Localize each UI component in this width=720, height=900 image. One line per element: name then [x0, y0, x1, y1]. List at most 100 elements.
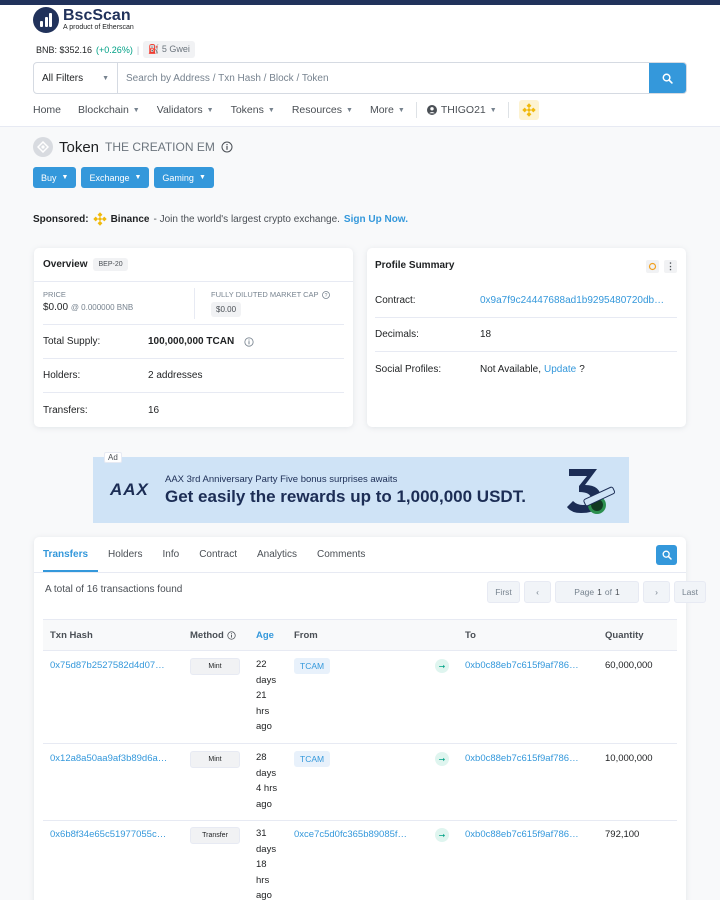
logo-mark-icon: [33, 7, 59, 33]
search-button[interactable]: [649, 63, 686, 93]
pagination: First ‹ Page 1 of 1 › Last: [487, 581, 706, 603]
col-to: To: [465, 630, 476, 641]
nav-more[interactable]: More ▼: [370, 104, 405, 116]
bnb-price-row: BNB: $352.16 (+0.26%) | ⛽ 5 Gwei: [36, 41, 195, 58]
profile-header: Profile Summary: [367, 248, 686, 282]
col-method: Method: [190, 630, 236, 641]
next-page-button[interactable]: ›: [643, 581, 670, 603]
main-nav: Home Blockchain ▼ Validators ▼ Tokens ▼ Res…: [33, 97, 539, 123]
last-page-button[interactable]: Last: [674, 581, 706, 603]
binance-icon: [92, 212, 107, 226]
search-icon: [662, 73, 673, 84]
ad-subheadline: AAX 3rd Anniversary Party Five bonus sur…: [165, 474, 398, 485]
token-title-row: Token THE CREATION EM: [33, 137, 233, 157]
buy-button[interactable]: Buy ▼: [33, 167, 77, 188]
table-row: 0x6b8f34e65c51977055c… Transfer 31 days …: [43, 821, 677, 900]
token-action-buttons: Buy ▼ Exchange ▼ Gaming ▼: [33, 167, 214, 188]
sponsor-cta-link[interactable]: Sign Up Now.: [344, 214, 408, 225]
prev-page-button[interactable]: ‹: [524, 581, 551, 603]
search-input[interactable]: [118, 63, 649, 93]
nav-user-menu[interactable]: THIGO21 ▼: [426, 104, 497, 116]
divider: |: [136, 44, 140, 55]
contract-address-link[interactable]: 0x9a7f9c24447688ad1b9295480720db…: [480, 295, 664, 306]
holders-value[interactable]: 2 addresses: [148, 370, 202, 381]
method-badge: Mint: [190, 751, 240, 768]
exchange-label: Exchange: [89, 172, 130, 183]
chevron-down-icon: ▼: [134, 174, 142, 181]
txn-age: 28 days 4 hrs ago: [256, 752, 278, 810]
token-tabs: Transfers Holders Info Contract Analytic…: [34, 537, 686, 573]
social-profiles-row: Social Profiles: Not Available, Update ?: [375, 352, 677, 386]
exchange-button[interactable]: Exchange ▼: [81, 167, 150, 188]
quantity-value: 792,100: [605, 829, 640, 840]
nav-validators[interactable]: Validators ▼: [157, 104, 214, 116]
total-supply-row: Total Supply: 100,000,000 TCAN: [43, 325, 344, 359]
gaming-button[interactable]: Gaming ▼: [154, 167, 214, 188]
from-address-link[interactable]: 0xce7c5d0fc365b89085f…: [294, 829, 407, 840]
from-address-link[interactable]: TCAM: [294, 751, 331, 767]
search-filter-select[interactable]: All Filters ▼: [34, 63, 118, 93]
gaming-label: Gaming: [162, 172, 194, 183]
arrow-right-icon: ➞: [435, 752, 449, 766]
chevron-down-icon: ▼: [61, 174, 69, 181]
to-address-link[interactable]: 0xb0c88eb7c615f9af786…: [465, 660, 579, 671]
update-link[interactable]: Update: [544, 364, 576, 375]
tab-info[interactable]: Info: [163, 549, 190, 572]
network-switch-button[interactable]: [518, 100, 539, 120]
tab-analytics[interactable]: Analytics: [257, 549, 307, 572]
ad-brand: AAX: [110, 480, 149, 499]
table-row: 0x75d87b2527582d4d07… Mint 22 days 21 hr…: [43, 651, 677, 744]
first-page-button[interactable]: First: [487, 581, 520, 603]
decimals-value: 18: [480, 329, 492, 340]
nav-home[interactable]: Home: [33, 104, 61, 116]
bscscan-logo[interactable]: BscScan A product of Etherscan: [33, 7, 134, 33]
chevron-down-icon: ▼: [346, 106, 353, 114]
reputation-button[interactable]: [646, 260, 659, 273]
tab-transfers[interactable]: Transfers: [43, 549, 99, 572]
tab-comments[interactable]: Comments: [317, 549, 375, 572]
method-badge: Transfer: [190, 827, 240, 844]
ad-banner[interactable]: AAX AAX 3rd Anniversary Party Five bonus…: [93, 457, 629, 523]
txn-hash-link[interactable]: 0x6b8f34e65c51977055c…: [50, 829, 166, 840]
help-mark[interactable]: ?: [579, 364, 585, 375]
divider: [194, 288, 195, 319]
txn-hash-link[interactable]: 0x75d87b2527582d4d07…: [50, 660, 165, 671]
chevron-down-icon: ▼: [489, 106, 497, 114]
ad-headline: Get easily the rewards up to 1,000,000 U…: [165, 487, 526, 506]
from-address-link[interactable]: TCAM: [294, 658, 331, 674]
chevron-down-icon: ▼: [198, 174, 206, 181]
bnb-price-change: (+0.26%): [96, 44, 133, 55]
nav-resources[interactable]: Resources ▼: [292, 104, 353, 116]
sponsor-text: - Join the world's largest crypto exchan…: [153, 213, 340, 225]
tab-contract[interactable]: Contract: [199, 549, 247, 572]
tab-holders[interactable]: Holders: [108, 549, 152, 572]
info-icon[interactable]: [227, 631, 236, 640]
col-from: From: [294, 630, 318, 641]
filter-search-button[interactable]: [656, 545, 677, 565]
nav-blockchain-label: Blockchain: [78, 104, 129, 116]
site-header: BscScan A product of Etherscan BNB: $352…: [0, 5, 720, 127]
to-address-link[interactable]: 0xb0c88eb7c615f9af786…: [465, 753, 579, 764]
sun-icon: [648, 262, 657, 271]
page-total: 1: [614, 587, 620, 597]
txn-hash-link[interactable]: 0x12a8a50aa9af3b89d6a…: [50, 753, 167, 764]
col-age[interactable]: Age: [256, 630, 274, 641]
info-icon[interactable]: [221, 141, 233, 153]
chevron-down-icon: ▼: [267, 106, 275, 114]
nav-tokens[interactable]: Tokens ▼: [231, 104, 275, 116]
info-icon[interactable]: [244, 336, 254, 347]
market-cap-value: $0.00: [211, 302, 242, 317]
transactions-count: A total of 16 transactions found: [45, 584, 183, 595]
price-value: $0.00: [43, 302, 69, 313]
sponsored-banner: Sponsored: Binance - Join the world's la…: [33, 212, 408, 226]
buy-label: Buy: [41, 172, 57, 183]
table-row: 0x12a8a50aa9af3b89d6a… Mint 28 days 4 hr…: [43, 744, 677, 821]
nav-blockchain[interactable]: Blockchain ▼: [78, 104, 140, 116]
decimals-label: Decimals:: [375, 329, 419, 340]
gas-price-badge[interactable]: ⛽ 5 Gwei: [143, 41, 195, 58]
help-icon[interactable]: ?: [321, 290, 330, 299]
more-options-button[interactable]: ⋮: [664, 260, 677, 273]
to-address-link[interactable]: 0xb0c88eb7c615f9af786…: [465, 829, 579, 840]
nav-more-label: More: [369, 104, 394, 116]
quantity-value: 60,000,000: [605, 660, 653, 671]
